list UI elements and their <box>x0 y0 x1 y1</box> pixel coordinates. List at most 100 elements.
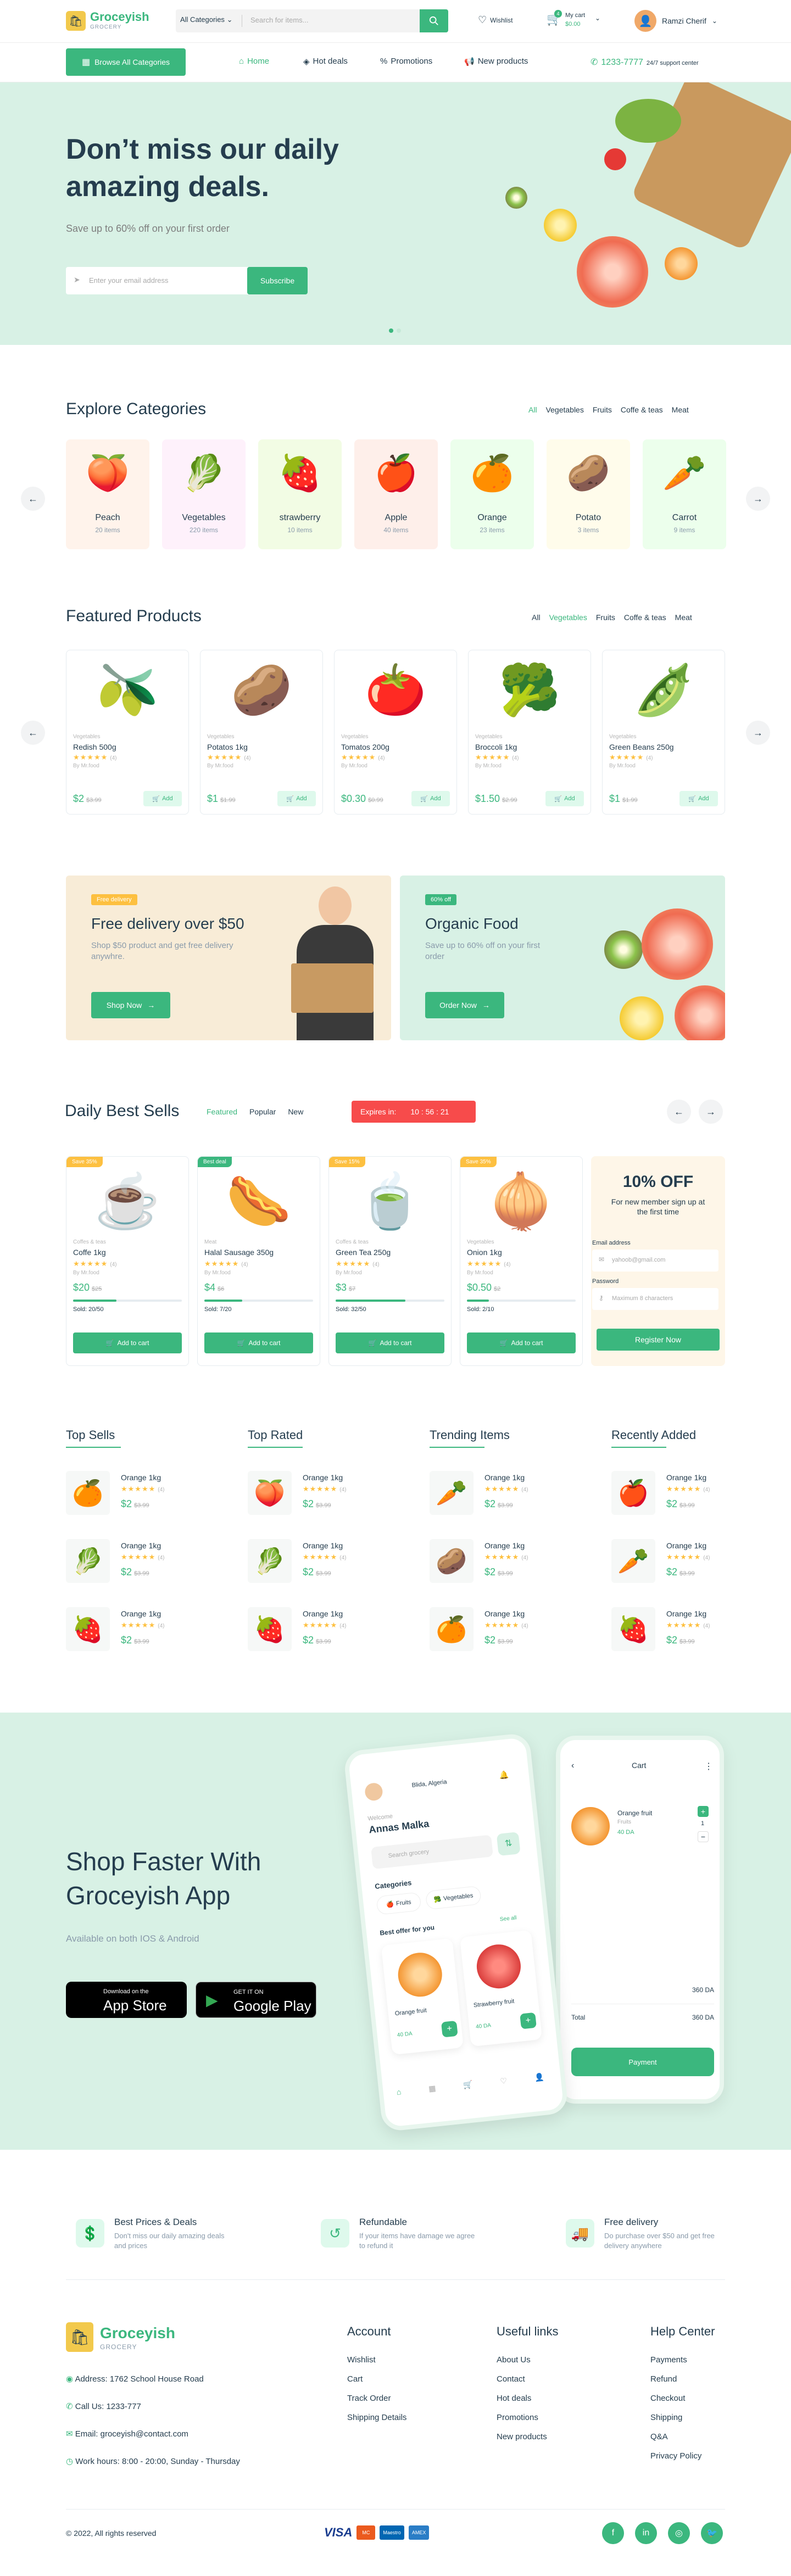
category-card[interactable]: 🍎 Apple 40 items <box>354 439 438 549</box>
offer-card-orange[interactable]: Orange fruit 40 DA + <box>381 1938 464 2055</box>
footer-link[interactable]: New products <box>497 2432 617 2441</box>
logo[interactable]: 🛍 Groceyish GROCERY <box>66 9 154 33</box>
filter-fruits[interactable]: Fruits <box>593 405 612 414</box>
linkedin-icon[interactable]: in <box>635 2522 657 2544</box>
filter-coffe-teas[interactable]: Coffe & teas <box>624 613 666 622</box>
cart-icon[interactable]: 🛒 <box>463 2079 475 2103</box>
deal-card[interactable]: Save 35% ☕ Coffes & teas Coffe 1kg ★★★★★ (4) B… <box>66 1156 189 1366</box>
filter-fruits[interactable]: Fruits <box>596 613 615 622</box>
see-all-link[interactable]: See all <box>499 1915 517 1922</box>
offer-add-button[interactable]: + <box>441 2020 458 2038</box>
footer-link[interactable]: Checkout <box>650 2394 771 2403</box>
category-card[interactable]: 🥔 Potato 3 items <box>547 439 630 549</box>
carousel-dot[interactable] <box>397 328 401 333</box>
product-card[interactable]: 🍅 Vegetables Tomatos 200g ★★★★★ (4) By Mr.foo… <box>334 650 457 815</box>
footer-link[interactable]: About Us <box>497 2355 617 2365</box>
user-icon[interactable]: 👤 <box>534 2072 546 2095</box>
category-card[interactable]: 🍑 Peach 20 items <box>66 439 149 549</box>
tab-featured[interactable]: Featured <box>207 1107 237 1116</box>
product-name[interactable]: Coffe 1kg <box>73 1248 106 1257</box>
product-name[interactable]: Halal Sausage 350g <box>204 1248 274 1257</box>
app-store-button[interactable]: Download on the App Store <box>66 1982 187 2018</box>
list-item[interactable]: 🍓 Orange 1kg ★★★★★ (4) $2 $3.99 <box>248 1607 413 1668</box>
tab-new[interactable]: New <box>288 1107 303 1116</box>
register-button[interactable]: Register Now <box>597 1329 720 1351</box>
qty-minus-button[interactable]: − <box>698 1831 709 1842</box>
qty-plus-button[interactable]: + <box>698 1806 709 1817</box>
footer-link[interactable]: Privacy Policy <box>650 2451 771 2461</box>
add-to-cart-button[interactable]: 🛒 Add <box>411 791 450 806</box>
category-card[interactable]: 🍓 strawberry 10 items <box>258 439 342 549</box>
filter-button[interactable]: ⇅ <box>496 1832 521 1856</box>
promo-password-input[interactable]: ⚷ Maximum 8 characters <box>592 1288 718 1310</box>
wishlist-link[interactable]: ♡ Wishlist <box>478 14 513 26</box>
add-to-cart-button[interactable]: 🛒 Add <box>679 791 718 806</box>
list-item[interactable]: 🍊 Orange 1kg ★★★★★ (4) $2 $3.99 <box>430 1607 594 1668</box>
category-card[interactable]: 🥕 Carrot 9 items <box>643 439 726 549</box>
user-menu[interactable]: 👤 Ramzi Cherif ⌄ <box>634 10 717 32</box>
list-item[interactable]: 🥔 Orange 1kg ★★★★★ (4) $2 $3.99 <box>430 1539 594 1599</box>
footer-link[interactable]: Contact <box>497 2374 617 2384</box>
add-to-cart-button[interactable]: 🛒 Add <box>277 791 316 806</box>
product-name[interactable]: Green Tea 250g <box>336 1248 391 1257</box>
nav-link-home[interactable]: ⌂ Home <box>239 57 269 66</box>
product-card[interactable]: 🫛 Vegetables Green Beans 250g ★★★★★ (4) By Mr… <box>602 650 725 815</box>
footer-link[interactable]: Refund <box>650 2374 771 2384</box>
facebook-icon[interactable]: f <box>602 2522 624 2544</box>
list-item[interactable]: 🍓 Orange 1kg ★★★★★ (4) $2 $3.99 <box>611 1607 776 1668</box>
product-name[interactable]: Broccoli 1kg <box>475 743 517 751</box>
promo-email-input[interactable]: ✉ yahoob@gmail.com <box>592 1250 718 1272</box>
footer-phone[interactable]: ✆ Call Us: 1233-777 <box>66 2401 240 2429</box>
product-name[interactable]: Potatos 1kg <box>207 743 248 751</box>
deal-card[interactable]: Save 35% 🧅 Vegetables Onion 1kg ★★★★★ (4) By M… <box>460 1156 583 1366</box>
payment-button[interactable]: Payment <box>571 2048 714 2076</box>
list-item[interactable]: 🍑 Orange 1kg ★★★★★ (4) $2 $3.99 <box>248 1471 413 1531</box>
google-play-button[interactable]: ▶ GET IT ON Google Play <box>196 1982 316 2018</box>
filter-vegetables[interactable]: Vegetables <box>549 613 587 622</box>
footer-link[interactable]: Payments <box>650 2355 771 2365</box>
shop-now-button[interactable]: Shop Now → <box>91 992 170 1018</box>
filter-coffe-teas[interactable]: Coffe & teas <box>621 405 663 414</box>
list-item[interactable]: 🥬 Orange 1kg ★★★★★ (4) $2 $3.99 <box>66 1539 231 1599</box>
offer-add-button[interactable]: + <box>520 2012 537 2029</box>
featured-prev-arrow[interactable]: ← <box>21 721 45 745</box>
deal-card[interactable]: Save 15% 🍵 Coffes & teas Green Tea 250g ★★★★… <box>328 1156 452 1366</box>
list-item[interactable]: 🥕 Orange 1kg ★★★★★ (4) $2 $3.99 <box>611 1539 776 1599</box>
footer-link[interactable]: Q&A <box>650 2432 771 2441</box>
nav-link-hot-deals[interactable]: ◈ Hot deals <box>303 57 348 66</box>
product-card[interactable]: 🥔 Vegetables Potatos 1kg ★★★★★ (4) By Mr.food… <box>200 650 323 815</box>
add-to-cart-button[interactable]: 🛒 Add <box>143 791 182 806</box>
search-input[interactable]: Search for items... <box>250 16 410 24</box>
footer-link[interactable]: Promotions <box>497 2413 617 2422</box>
product-name[interactable]: Redish 500g <box>73 743 116 751</box>
heart-icon[interactable]: ♡ <box>500 2076 509 2099</box>
browse-categories-button[interactable]: ▦ Browse All Categories <box>66 48 186 76</box>
footer-link[interactable]: Cart <box>347 2374 468 2384</box>
filter-meat[interactable]: Meat <box>672 405 689 414</box>
home-icon[interactable]: ⌂ <box>396 2087 403 2110</box>
footer-link[interactable]: Track Order <box>347 2394 468 2403</box>
filter-all[interactable]: All <box>532 613 541 622</box>
deal-card[interactable]: Best deal 🌭 Meat Halal Sausage 350g ★★★★★ (4)… <box>197 1156 320 1366</box>
category-card[interactable]: 🥬 Vegetables 220 items <box>162 439 246 549</box>
support-phone[interactable]: ✆ 1233-7777 24/7 support center <box>591 57 699 68</box>
nav-link-new-products[interactable]: 📢 New products <box>464 57 528 66</box>
add-to-cart-button[interactable]: 🛒 Add to cart <box>467 1332 576 1353</box>
product-card[interactable]: 🥦 Vegetables Broccoli 1kg ★★★★★ (4) By Mr.foo… <box>468 650 591 815</box>
instagram-icon[interactable]: ◎ <box>668 2522 690 2544</box>
list-item[interactable]: 🥬 Orange 1kg ★★★★★ (4) $2 $3.99 <box>248 1539 413 1599</box>
list-item[interactable]: 🍎 Orange 1kg ★★★★★ (4) $2 $3.99 <box>611 1471 776 1531</box>
product-name[interactable]: Tomatos 200g <box>341 743 389 751</box>
filter-vegetables[interactable]: Vegetables <box>546 405 584 414</box>
list-item[interactable]: 🍊 Orange 1kg ★★★★★ (4) $2 $3.99 <box>66 1471 231 1531</box>
daily-prev-arrow[interactable]: ← <box>667 1100 691 1124</box>
grid-icon[interactable]: ▦ <box>428 2083 437 2106</box>
twitter-icon[interactable]: 🐦 <box>701 2522 723 2544</box>
footer-link[interactable]: Hot deals <box>497 2394 617 2403</box>
product-card[interactable]: 🫒 Vegetables Redish 500g ★★★★★ (4) By Mr.food… <box>66 650 189 815</box>
daily-next-arrow[interactable]: → <box>699 1100 723 1124</box>
app-search-input[interactable]: Search grocery <box>370 1835 493 1870</box>
add-to-cart-button[interactable]: 🛒 Add to cart <box>204 1332 313 1353</box>
categories-prev-arrow[interactable]: ← <box>21 487 45 511</box>
category-select[interactable]: All Categories ⌄ <box>180 15 232 24</box>
